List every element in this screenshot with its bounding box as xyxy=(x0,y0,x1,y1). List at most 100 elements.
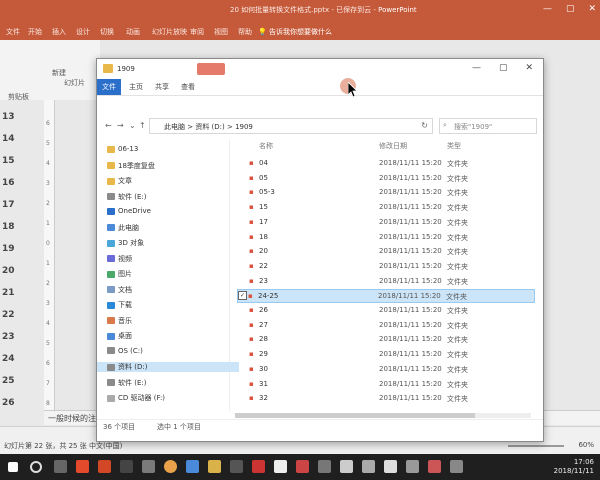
tools-badge[interactable] xyxy=(197,63,225,75)
app-icon[interactable] xyxy=(274,460,287,473)
nav-item[interactable]: CD 驱动器 (F:) xyxy=(107,393,165,403)
forward-arrow-icon[interactable]: → xyxy=(117,121,124,130)
system-clock[interactable]: 17:06 2018/11/11 xyxy=(554,458,594,476)
refresh-icon[interactable]: ↻ xyxy=(421,121,428,130)
file-row[interactable]: ▪ 23 2018/11/11 15:20 文件夹 xyxy=(239,275,535,287)
zoom-level[interactable]: 60% xyxy=(578,441,594,449)
app-icon[interactable] xyxy=(76,460,89,473)
task-view-icon[interactable] xyxy=(54,460,67,473)
app-icon[interactable] xyxy=(120,460,133,473)
powerpoint-icon[interactable] xyxy=(98,460,111,473)
slide-number[interactable]: 25 xyxy=(2,376,15,386)
tab-review[interactable]: 审阅 xyxy=(190,27,204,37)
nav-item[interactable]: 视频 xyxy=(107,254,132,264)
app-icon[interactable] xyxy=(296,460,309,473)
slide-number[interactable]: 23 xyxy=(2,332,15,342)
zoom-slider[interactable] xyxy=(508,445,564,447)
nav-item[interactable]: 图片 xyxy=(107,269,132,279)
tab-animations[interactable]: 动画 xyxy=(126,27,140,37)
tab-home[interactable]: 开始 xyxy=(28,27,42,37)
file-row[interactable]: ▪ 20 2018/11/11 15:20 文件夹 xyxy=(239,245,535,257)
nav-item[interactable]: 下载 xyxy=(107,300,132,310)
file-row[interactable]: ▪ 32 2018/11/11 15:20 文件夹 xyxy=(239,392,535,404)
slide-number[interactable]: 16 xyxy=(2,178,15,188)
file-row[interactable]: ▪ 05-3 2018/11/11 15:20 文件夹 xyxy=(239,186,535,198)
slide-number[interactable]: 22 xyxy=(2,310,15,320)
tab-design[interactable]: 设计 xyxy=(76,27,90,37)
tab-help[interactable]: 帮助 xyxy=(238,27,252,37)
app-icon[interactable] xyxy=(450,460,463,473)
slide-number[interactable]: 18 xyxy=(2,222,15,232)
file-row[interactable]: ▪ 18 2018/11/11 15:20 文件夹 xyxy=(239,231,535,243)
app-icon[interactable] xyxy=(186,460,199,473)
nav-item[interactable]: 软件 (E:) xyxy=(107,378,146,388)
search-icon[interactable] xyxy=(30,461,42,473)
slide-number[interactable]: 26 xyxy=(2,398,15,408)
scrollbar-thumb[interactable] xyxy=(235,413,475,418)
nav-item[interactable]: 06-13 xyxy=(107,145,138,153)
up-arrow-icon[interactable]: ↑ xyxy=(139,121,146,130)
file-row[interactable]: ▪ 17 2018/11/11 15:20 文件夹 xyxy=(239,216,535,228)
nav-item[interactable]: 资料 (D:) xyxy=(97,362,239,372)
search-input[interactable]: ⌕ 搜索"1909" xyxy=(439,118,537,134)
app-icon[interactable] xyxy=(384,460,397,473)
app-icon[interactable] xyxy=(406,460,419,473)
slide-number[interactable]: 19 xyxy=(2,244,15,254)
tab-view[interactable]: 视图 xyxy=(214,27,228,37)
file-row[interactable]: ▪ 31 2018/11/11 15:20 文件夹 xyxy=(239,378,535,390)
nav-item[interactable]: 此电脑 xyxy=(107,223,139,233)
maximize-icon[interactable]: ▢ xyxy=(499,63,508,73)
nav-item[interactable]: 18季度复盘 xyxy=(107,161,155,171)
slide-number[interactable]: 14 xyxy=(2,134,15,144)
file-row[interactable]: ▪ 04 2018/11/11 15:20 文件夹 xyxy=(239,157,535,169)
nav-item[interactable]: OneDrive xyxy=(107,207,151,215)
nav-item[interactable]: 文档 xyxy=(107,285,132,295)
file-row[interactable]: ▪ 27 2018/11/11 15:20 文件夹 xyxy=(239,319,535,331)
column-name[interactable]: 名称 xyxy=(259,141,273,151)
horizontal-scrollbar[interactable] xyxy=(235,413,531,418)
tab-insert[interactable]: 插入 xyxy=(52,27,66,37)
back-arrow-icon[interactable]: ← xyxy=(105,121,112,130)
nav-item[interactable]: 软件 (E:) xyxy=(107,192,146,202)
recent-dropdown-icon[interactable]: ⌄ xyxy=(129,121,136,130)
slide-number[interactable]: 20 xyxy=(2,266,15,276)
slide-number[interactable]: 17 xyxy=(2,200,15,210)
column-type[interactable]: 类型 xyxy=(447,141,461,151)
file-row[interactable]: ▪ 29 2018/11/11 15:20 文件夹 xyxy=(239,348,535,360)
file-row[interactable]: ▪ 28 2018/11/11 15:20 文件夹 xyxy=(239,333,535,345)
app-icon[interactable] xyxy=(208,460,221,473)
slide-number[interactable]: 24 xyxy=(2,354,15,364)
tab-file[interactable]: 文件 xyxy=(97,79,121,95)
nav-item[interactable]: 音乐 xyxy=(107,316,132,326)
close-icon[interactable]: ✕ xyxy=(525,63,533,73)
file-row[interactable]: ▪ 05 2018/11/11 15:20 文件夹 xyxy=(239,172,535,184)
file-row[interactable]: ▪ 30 2018/11/11 15:20 文件夹 xyxy=(239,363,535,375)
app-icon[interactable] xyxy=(252,460,265,473)
nav-item[interactable]: OS (C:) xyxy=(107,347,143,355)
nav-item[interactable]: 3D 对象 xyxy=(107,238,144,248)
slide-number[interactable]: 15 xyxy=(2,156,15,166)
tab-share[interactable]: 共享 xyxy=(155,82,169,92)
file-row[interactable]: ▪ 26 2018/11/11 15:20 文件夹 xyxy=(239,304,535,316)
tab-file[interactable]: 文件 xyxy=(6,27,20,37)
minimize-icon[interactable]: — xyxy=(472,63,481,73)
slide-number[interactable]: 21 xyxy=(2,288,15,298)
close-icon[interactable]: ✕ xyxy=(588,4,596,14)
nav-item[interactable]: 文章 xyxy=(107,176,132,186)
app-icon[interactable] xyxy=(428,460,441,473)
new-slide-label[interactable]: 新建 xyxy=(52,68,66,78)
app-icon[interactable] xyxy=(142,460,155,473)
tell-me-box[interactable]: 💡 告诉我你想要做什么 xyxy=(258,27,332,37)
tab-home[interactable]: 主页 xyxy=(129,82,143,92)
checkbox-icon[interactable]: ✓ xyxy=(238,291,247,301)
tab-slideshow[interactable]: 幻灯片放映 xyxy=(152,27,187,37)
start-icon[interactable] xyxy=(8,462,18,472)
address-bar[interactable]: 此电脑 > 资料 (D:) > 1909 ↻ xyxy=(149,118,433,134)
app-icon[interactable] xyxy=(318,460,331,473)
tab-transitions[interactable]: 切换 xyxy=(100,27,114,37)
nav-item[interactable]: 桌面 xyxy=(107,331,132,341)
file-row[interactable]: ▪ 22 2018/11/11 15:20 文件夹 xyxy=(239,260,535,272)
file-row[interactable]: ▪ 15 2018/11/11 15:20 文件夹 xyxy=(239,201,535,213)
app-icon[interactable] xyxy=(362,460,375,473)
app-icon[interactable] xyxy=(340,460,353,473)
